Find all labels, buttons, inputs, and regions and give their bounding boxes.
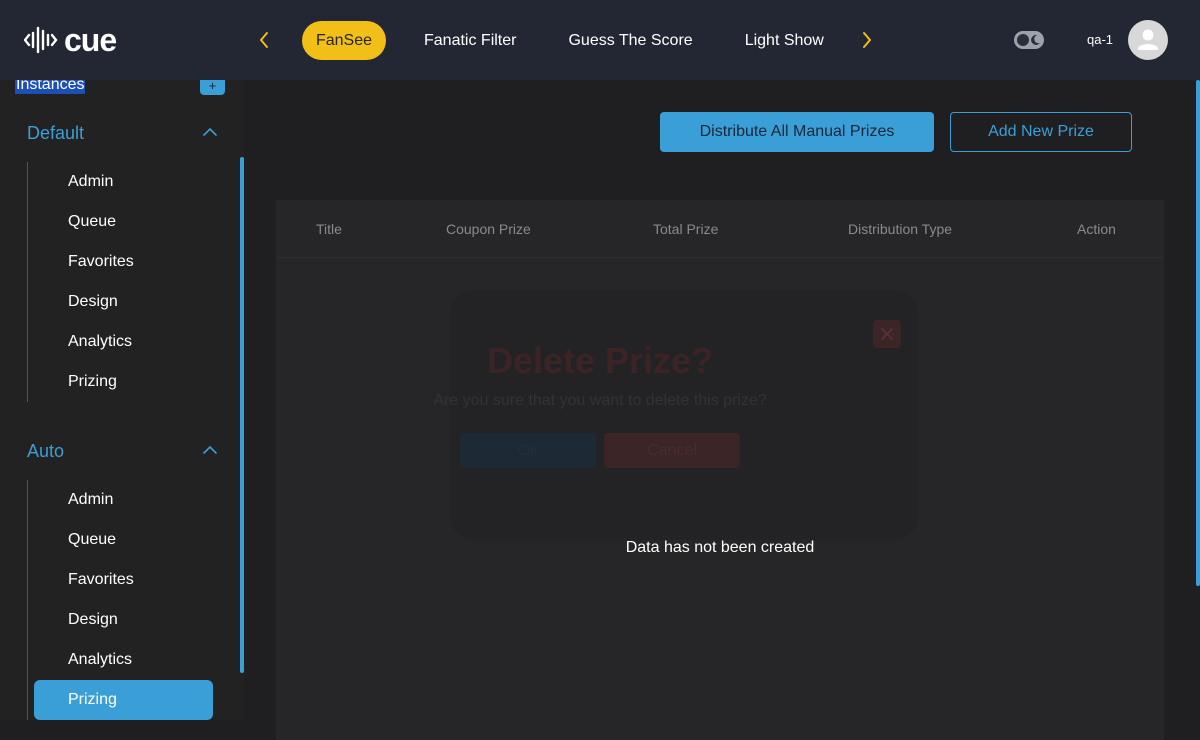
column-header-title: Title bbox=[316, 221, 342, 237]
main-content: Distribute All Manual Prizes Add New Pri… bbox=[244, 80, 1200, 740]
chevron-up-icon bbox=[203, 127, 217, 136]
modal-cancel-button[interactable]: Cancel bbox=[604, 433, 740, 468]
sidebar-item-default-design[interactable]: Design bbox=[68, 292, 118, 312]
group-title-auto: Auto bbox=[27, 441, 65, 461]
moon-icon bbox=[1031, 34, 1040, 45]
add-instance-button[interactable]: + bbox=[200, 80, 225, 95]
tab-fanatic-filter[interactable]: Fanatic Filter bbox=[424, 21, 516, 60]
tab-guess-the-score[interactable]: Guess The Score bbox=[568, 21, 692, 60]
top-bar: cue FanSee Fanatic Filter Guess The Scor… bbox=[0, 0, 1200, 80]
chevron-right-icon bbox=[863, 32, 871, 48]
app-logo[interactable]: cue bbox=[24, 22, 117, 58]
sidebar-item-default-prizing[interactable]: Prizing bbox=[68, 372, 117, 392]
group-header-auto[interactable]: Auto bbox=[27, 439, 217, 463]
theme-toggle[interactable] bbox=[1014, 31, 1044, 49]
delete-prize-modal bbox=[450, 290, 918, 540]
sidebar-item-default-favorites[interactable]: Favorites bbox=[68, 252, 134, 272]
page-scrollbar[interactable] bbox=[1196, 80, 1200, 586]
sidebar-item-default-analytics[interactable]: Analytics bbox=[68, 332, 132, 352]
avatar[interactable] bbox=[1128, 20, 1168, 60]
sidebar-item-default-admin[interactable]: Admin bbox=[68, 172, 113, 192]
instances-label: Instances bbox=[15, 80, 86, 94]
sidebar-item-default-queue[interactable]: Queue bbox=[68, 212, 116, 232]
chevron-left-icon bbox=[260, 32, 268, 48]
sidebar: Instances + Default Admin Queue Favorite… bbox=[0, 80, 244, 720]
group-header-default[interactable]: Default bbox=[27, 121, 217, 145]
group-title-default: Default bbox=[27, 123, 85, 143]
game-tabs: FanSee Fanatic Filter Guess The Score Li… bbox=[302, 21, 824, 60]
table-header: Title Coupon Prize Total Prize Distribut… bbox=[276, 200, 1164, 258]
modal-title: Delete Prize? bbox=[486, 340, 714, 381]
column-header-action: Action bbox=[1077, 221, 1116, 237]
cue-logo-icon bbox=[24, 26, 58, 54]
games-prev-button[interactable] bbox=[255, 28, 273, 52]
games-next-button[interactable] bbox=[858, 28, 876, 52]
logo-text: cue bbox=[64, 22, 117, 58]
username: qa-1 bbox=[1087, 32, 1114, 47]
empty-state-message: Data has not been created bbox=[625, 539, 815, 556]
column-header-coupon-prize: Coupon Prize bbox=[446, 221, 531, 237]
sidebar-item-auto-prizing[interactable]: Prizing bbox=[34, 680, 213, 720]
chevron-up-icon bbox=[203, 445, 217, 454]
sidebar-item-auto-analytics[interactable]: Analytics bbox=[68, 650, 132, 670]
tab-fansee[interactable]: FanSee bbox=[302, 21, 386, 60]
column-header-distribution-type: Distribution Type bbox=[848, 221, 953, 237]
group-line-auto bbox=[27, 480, 28, 720]
group-line-default bbox=[27, 162, 28, 402]
sidebar-item-auto-favorites[interactable]: Favorites bbox=[68, 570, 134, 590]
tab-light-show[interactable]: Light Show bbox=[745, 21, 824, 60]
column-header-total-prize: Total Prize bbox=[653, 221, 719, 237]
modal-ok-button[interactable]: Ok bbox=[460, 433, 596, 468]
sidebar-item-auto-admin[interactable]: Admin bbox=[68, 490, 113, 510]
modal-message: Are you sure that you want to delete thi… bbox=[433, 392, 767, 409]
add-new-prize-button[interactable]: Add New Prize bbox=[950, 112, 1132, 152]
sidebar-item-auto-design[interactable]: Design bbox=[68, 610, 118, 630]
sidebar-item-auto-queue[interactable]: Queue bbox=[68, 530, 116, 550]
distribute-all-prizes-button[interactable]: Distribute All Manual Prizes bbox=[660, 112, 934, 152]
user-icon bbox=[1138, 29, 1158, 50]
